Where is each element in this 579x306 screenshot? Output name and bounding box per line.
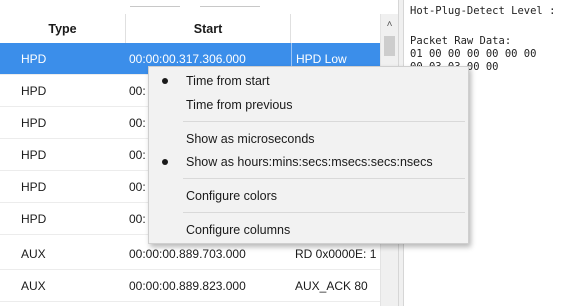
menu-item-label: Configure columns [186,223,291,237]
table-row[interactable]: AUX 00:00:00.889.823.000 AUX_ACK 80 [0,270,380,302]
column-header-start[interactable]: Start [126,14,291,44]
cell-type: HPD [21,180,47,194]
detail-line: Hot-Plug-Detect Level : [410,5,556,17]
column-header-type[interactable]: Type [0,14,126,44]
checked-bullet-icon [162,159,168,165]
menu-item-label: Configure colors [186,189,278,203]
menu-item-configure-columns[interactable]: Configure columns [149,219,468,241]
menu-item-label: Show as microseconds [186,132,315,146]
cell-type: AUX [21,247,46,261]
menu-item-label: Time from previous [186,98,293,112]
menu-item-show-as-microseconds[interactable]: Show as microseconds [149,128,468,150]
detail-line: Packet Raw Data: [410,35,512,47]
menu-item-time-from-previous[interactable]: Time from previous [149,94,468,116]
column-header-description[interactable] [291,14,380,44]
menu-separator [183,212,465,213]
cell-type: AUX [21,279,46,293]
menu-item-show-as-hms[interactable]: Show as hours:mins:secs:msecs:secs:nsecs [149,151,468,173]
menu-item-time-from-start[interactable]: Time from start [149,70,468,92]
checked-bullet-icon [162,78,168,84]
menu-item-configure-colors[interactable]: Configure colors [149,185,468,207]
menu-separator [183,178,465,179]
context-menu: Time from start Time from previous Show … [148,66,469,244]
scroll-thumb[interactable] [384,36,395,56]
strip-divider [130,6,180,7]
cell-description: AUX_ACK 80 [295,279,368,293]
cell-type: HPD [21,84,47,98]
cell-type: HPD [21,148,47,162]
top-strip [0,0,398,14]
cell-start: 00:00:00.889.823.000 [129,279,246,293]
menu-item-label: Show as hours:mins:secs:msecs:secs:nsecs [186,155,433,169]
cell-type: HPD [21,116,47,130]
cell-type: HPD [21,212,47,226]
detail-line: 01 00 00 00 00 00 00 [410,48,537,60]
menu-item-label: Time from start [186,74,270,88]
strip-divider [200,6,260,7]
scroll-up-icon[interactable]: ˄ [381,14,398,36]
table-header: Type Start [0,14,380,45]
cell-type: HPD [21,52,47,66]
menu-separator [183,121,465,122]
